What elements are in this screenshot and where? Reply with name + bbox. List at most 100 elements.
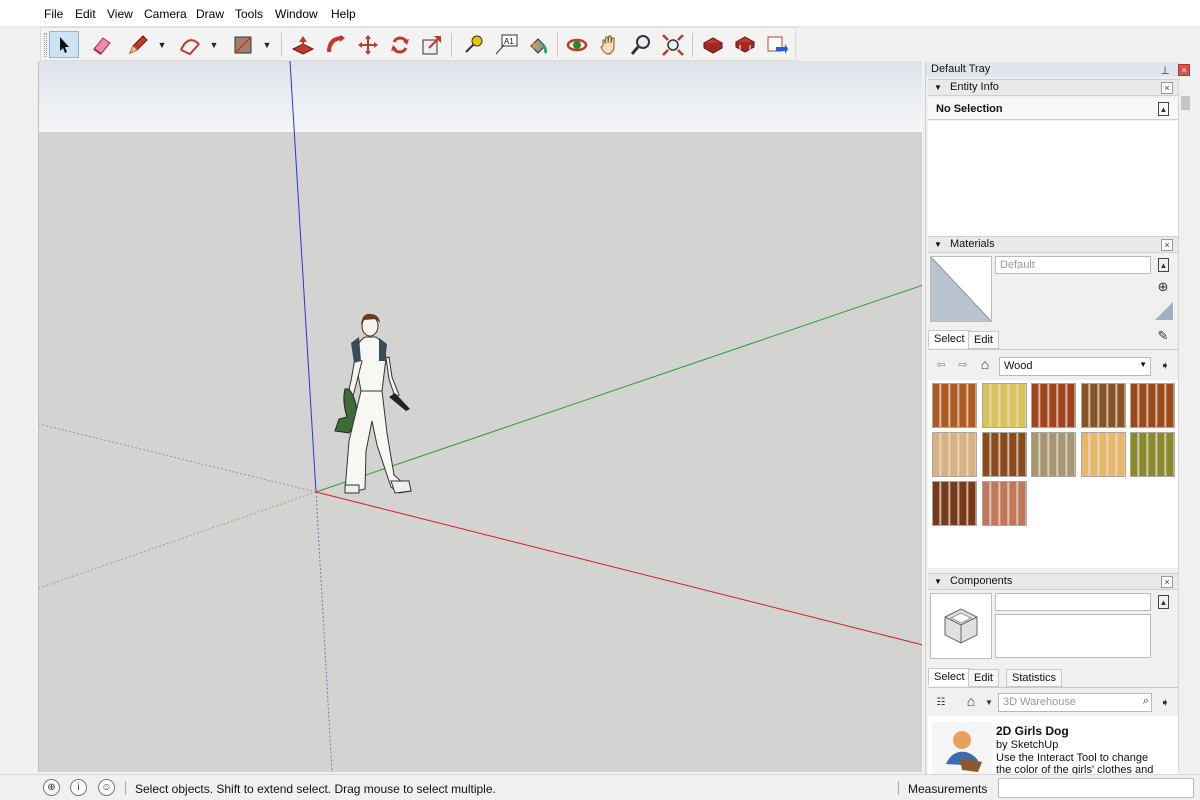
arc-tool-dropdown[interactable]: ▼ — [207, 31, 221, 58]
shape-tool-button[interactable] — [228, 31, 258, 58]
modeling-viewport[interactable] — [38, 61, 922, 772]
components-header[interactable]: ▼ Components — [928, 573, 1180, 590]
menu-window[interactable]: Window — [275, 7, 318, 21]
menu-camera[interactable]: Camera — [144, 7, 187, 21]
components-tab-statistics[interactable]: Statistics — [1006, 669, 1063, 687]
search-icon[interactable]: ⌕ — [1143, 695, 1149, 708]
component-name-field[interactable] — [995, 593, 1151, 611]
material-swatch[interactable] — [1130, 432, 1175, 477]
push-pull-tool-button[interactable] — [288, 31, 318, 58]
components-home-icon[interactable]: ⌂ — [964, 693, 978, 709]
user-account-icon[interactable]: ☺ — [98, 779, 115, 796]
components-tab-edit[interactable]: Edit — [968, 669, 999, 687]
tab-divider — [928, 687, 1180, 688]
shape-tool-dropdown[interactable]: ▼ — [260, 31, 274, 58]
component-description-field[interactable] — [995, 614, 1151, 658]
material-swatch[interactable] — [982, 432, 1027, 477]
back-arrow-icon[interactable]: ⇦ — [934, 357, 948, 371]
home-icon[interactable]: ⌂ — [978, 356, 992, 372]
create-material-icon[interactable]: ⊕ — [1156, 279, 1170, 294]
paint-bucket-icon — [530, 37, 548, 54]
menu-tools[interactable]: Tools — [235, 7, 263, 21]
components-close-button[interactable]: × — [1161, 576, 1173, 588]
3d-warehouse-icon — [702, 36, 724, 54]
sample-paint-eyedropper-icon[interactable]: ✎ — [1156, 328, 1170, 343]
status-separator — [898, 781, 899, 795]
material-swatch[interactable] — [982, 481, 1027, 526]
offset-tool-button[interactable] — [321, 31, 351, 58]
material-swatch[interactable] — [932, 383, 977, 428]
forward-arrow-icon[interactable]: ⇨ — [956, 357, 970, 371]
material-preview — [930, 256, 992, 322]
material-swatch[interactable] — [1081, 383, 1126, 428]
arrow-cursor-icon — [60, 36, 69, 53]
component-preview — [930, 593, 992, 659]
default-material-icon[interactable] — [1155, 302, 1173, 320]
view-options-icon[interactable]: ☷ — [934, 695, 948, 709]
navigation-dropdown-icon[interactable]: ▼ — [982, 695, 996, 709]
material-swatch[interactable] — [1130, 383, 1175, 428]
zoom-tool-button[interactable] — [626, 31, 656, 58]
tray-close-button[interactable]: × — [1178, 64, 1190, 76]
materials-tab-edit[interactable]: Edit — [968, 331, 999, 349]
material-swatch[interactable] — [1081, 432, 1126, 477]
components-details-arrow-icon[interactable]: ➧ — [1158, 695, 1172, 709]
select-tool-button[interactable] — [49, 31, 79, 58]
materials-tab-select[interactable]: Select — [928, 330, 971, 348]
component-item-title[interactable]: 2D Girls Dog — [996, 724, 1069, 738]
extension-warehouse-tool-button[interactable] — [730, 31, 760, 58]
scale-tool-button[interactable] — [417, 31, 447, 58]
eraser-tool-button[interactable] — [87, 31, 117, 58]
material-swatch[interactable] — [982, 383, 1027, 428]
component-thumbnail[interactable] — [932, 722, 992, 774]
menu-help[interactable]: Help — [331, 7, 356, 21]
tape-measure-tool-button[interactable] — [458, 31, 488, 58]
rotate-icon — [391, 36, 409, 53]
info-icon[interactable]: i — [70, 779, 87, 796]
tab-divider — [928, 349, 1180, 350]
rotate-tool-button[interactable] — [385, 31, 415, 58]
material-swatch[interactable] — [932, 481, 977, 526]
components-tab-select[interactable]: Select — [928, 668, 971, 686]
warehouse-tool-button[interactable] — [698, 31, 728, 58]
details-arrow-icon[interactable]: ➧ — [1158, 358, 1172, 372]
material-name-field[interactable]: Default — [995, 256, 1151, 274]
components-detail-icon[interactable]: ▲ — [1158, 595, 1169, 609]
detail-toggle-icon[interactable]: ▲ — [1158, 102, 1169, 116]
send-to-layout-tool-button[interactable] — [762, 31, 792, 58]
entity-info-close-button[interactable]: × — [1161, 82, 1173, 94]
toolbar-grip[interactable] — [44, 33, 47, 57]
menu-edit[interactable]: Edit — [75, 7, 96, 21]
materials-header[interactable]: ▼ Materials — [928, 236, 1180, 253]
line-tool-button[interactable] — [123, 31, 153, 58]
orbit-tool-button[interactable] — [562, 31, 592, 58]
pan-tool-button[interactable] — [594, 31, 624, 58]
menu-view[interactable]: View — [107, 7, 133, 21]
search-placeholder: 3D Warehouse — [1003, 696, 1076, 708]
warehouse-search-input[interactable]: 3D Warehouse ⌕ — [998, 693, 1152, 712]
component-item-description: Use the Interact Tool to change the colo… — [996, 752, 1154, 774]
pin-icon[interactable]: ⊥ — [1158, 63, 1172, 77]
material-library-select[interactable]: Wood ▼ — [999, 357, 1151, 376]
move-tool-button[interactable] — [353, 31, 383, 58]
selection-status: No Selection — [936, 103, 1003, 115]
pencil-icon — [129, 34, 148, 54]
geolocation-icon[interactable]: ⊕ — [43, 779, 60, 796]
material-swatch[interactable] — [1031, 432, 1076, 477]
text-tool-button[interactable]: A1 — [491, 31, 521, 58]
material-swatch[interactable] — [932, 432, 977, 477]
entity-info-header[interactable]: ▼ Entity Info — [928, 79, 1180, 96]
menu-file[interactable]: File — [44, 7, 63, 21]
zoom-extents-tool-button[interactable] — [658, 31, 688, 58]
tab-label: Edit — [974, 672, 993, 684]
menu-draw[interactable]: Draw — [196, 7, 224, 21]
tray-scrollbar[interactable] — [1178, 80, 1192, 772]
measurements-input[interactable] — [998, 778, 1194, 798]
material-swatch[interactable] — [1031, 383, 1076, 428]
scrollbar-thumb[interactable] — [1181, 96, 1190, 110]
materials-close-button[interactable]: × — [1161, 239, 1173, 251]
line-tool-dropdown[interactable]: ▼ — [155, 31, 169, 58]
paint-bucket-tool-button[interactable] — [523, 31, 553, 58]
materials-detail-icon[interactable]: ▲ — [1158, 258, 1169, 272]
arc-tool-button[interactable] — [175, 31, 205, 58]
